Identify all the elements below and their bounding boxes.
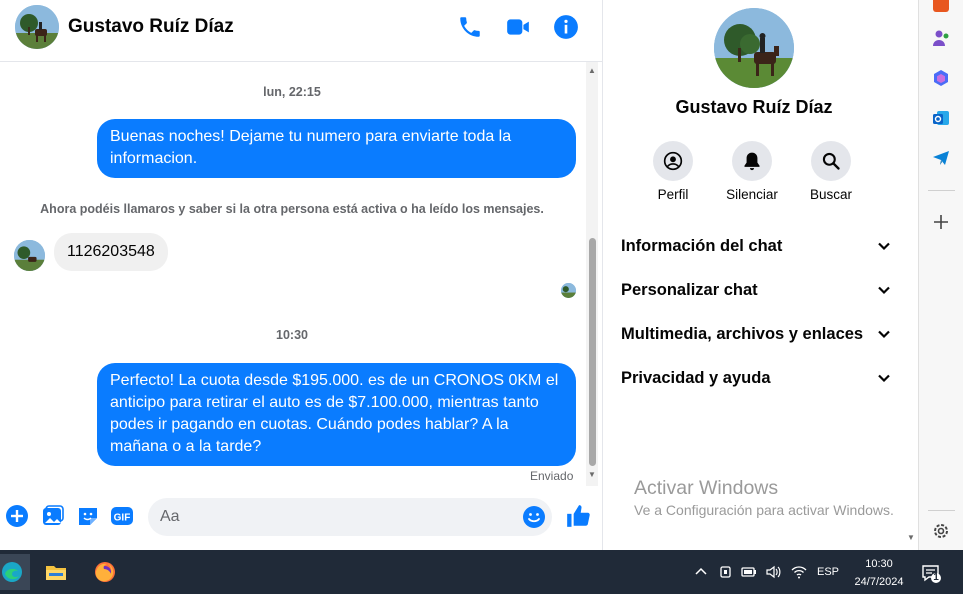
chevron-down-icon [878,330,890,339]
system-notice: Ahora podéis llamaros y saber si la otra… [40,202,544,216]
timestamp: 10:30 [276,328,308,342]
battery-icon[interactable] [741,564,757,580]
horse-photo-icon [14,240,45,271]
search-button[interactable]: Buscar [791,141,871,202]
chevron-down-icon [878,374,890,383]
mute-button[interactable]: Silenciar [712,141,792,202]
panel-contact-name: Gustavo Ruíz Díaz [675,97,833,117]
outlook-icon[interactable] [931,108,951,128]
profile-button[interactable]: Perfil [633,141,713,202]
contact-avatar-large[interactable] [714,8,794,88]
scroll-down-arrow-icon[interactable]: ▼ [586,470,598,480]
file-explorer-icon[interactable] [38,554,74,590]
svg-text:GIF: GIF [114,513,131,524]
scroll-up-arrow-icon[interactable]: ▲ [586,66,598,76]
chevron-down-icon [878,286,890,295]
wifi-icon[interactable] [791,564,807,580]
divider [928,510,955,511]
contact-avatar[interactable] [15,5,59,49]
sticker-icon[interactable] [76,504,100,528]
section-label: Multimedia, archivos y enlaces [621,324,864,343]
activate-windows-title: Activar Windows [634,477,779,499]
message-list: lun, 22:15 Buenas noches! Dejame tu nume… [0,62,602,490]
gif-icon[interactable]: GIF [110,504,134,528]
bell-icon [744,152,760,171]
like-thumb-icon[interactable] [565,503,591,529]
contact-name[interactable]: Gustavo Ruíz Díaz [68,16,234,38]
windows-taskbar: ESP 10:30 24/7/2024 1 [0,550,963,594]
search-icon [822,152,840,170]
user-circle-icon [663,151,683,171]
edge-icon[interactable] [0,554,30,590]
outgoing-message[interactable]: Buenas noches! Dejame tu numero para env… [97,119,576,178]
activate-windows-subtitle: Ve a Configuración para activar Windows. [634,502,894,518]
profile-label: Perfil [657,187,689,202]
chevron-up-icon[interactable] [693,564,709,580]
section-chat-info[interactable]: Información del chat [621,226,891,266]
divider [928,190,955,191]
search-label: Buscar [809,187,853,202]
section-label: Personalizar chat [621,280,758,299]
section-label: Información del chat [621,236,783,255]
clock-date[interactable]: 24/7/2024 [851,576,907,588]
section-label: Privacidad y ayuda [621,368,771,387]
firefox-icon[interactable] [87,554,123,590]
chat-info-panel: Gustavo Ruíz Díaz Perfil Silenciar Busca… [602,0,918,550]
outgoing-message[interactable]: Perfecto! La cuota desde $195.000. es de… [97,363,576,466]
chevron-down-icon [878,242,890,251]
language-indicator[interactable]: ESP [817,566,839,578]
composer: GIF [0,490,602,550]
photo-icon[interactable] [41,504,65,528]
section-privacy-help[interactable]: Privacidad y ayuda [621,358,891,398]
telegram-send-icon[interactable] [931,148,951,168]
horse-photo-icon [15,5,59,49]
mute-label: Silenciar [726,187,778,202]
clock-time[interactable]: 10:30 [851,558,907,570]
section-media-files[interactable]: Multimedia, archivos y enlaces [621,314,891,354]
video-call-icon[interactable] [505,14,531,40]
add-icon[interactable] [931,212,951,232]
people-game-icon[interactable] [931,28,951,48]
notification-count: 1 [933,572,939,583]
incoming-message[interactable]: 1126203548 [54,233,168,271]
notification-center-icon[interactable]: 1 [921,563,941,583]
timestamp: lun, 22:15 [263,85,321,99]
panel-scroll-down-icon[interactable]: ▼ [905,533,917,545]
contact-avatar-small[interactable] [14,240,45,271]
read-receipt-avatar [561,283,576,298]
emoji-icon[interactable] [522,505,546,529]
message-status: Enviado [530,469,574,483]
plus-icon[interactable] [5,504,29,528]
phone-icon[interactable] [457,14,483,40]
copilot-icon[interactable] [931,68,951,88]
message-input[interactable] [148,498,552,536]
volume-icon[interactable] [765,564,781,580]
section-customize-chat[interactable]: Personalizar chat [621,270,891,310]
chat-header: Gustavo Ruíz Díaz [0,0,602,62]
browser-sidebar [918,0,963,550]
scrollbar-thumb[interactable] [589,238,596,466]
meet-now-icon[interactable] [718,564,734,580]
office-icon[interactable] [931,0,951,14]
settings-gear-icon[interactable] [931,521,951,541]
info-icon[interactable] [553,14,579,40]
horse-photo-icon [714,8,794,88]
